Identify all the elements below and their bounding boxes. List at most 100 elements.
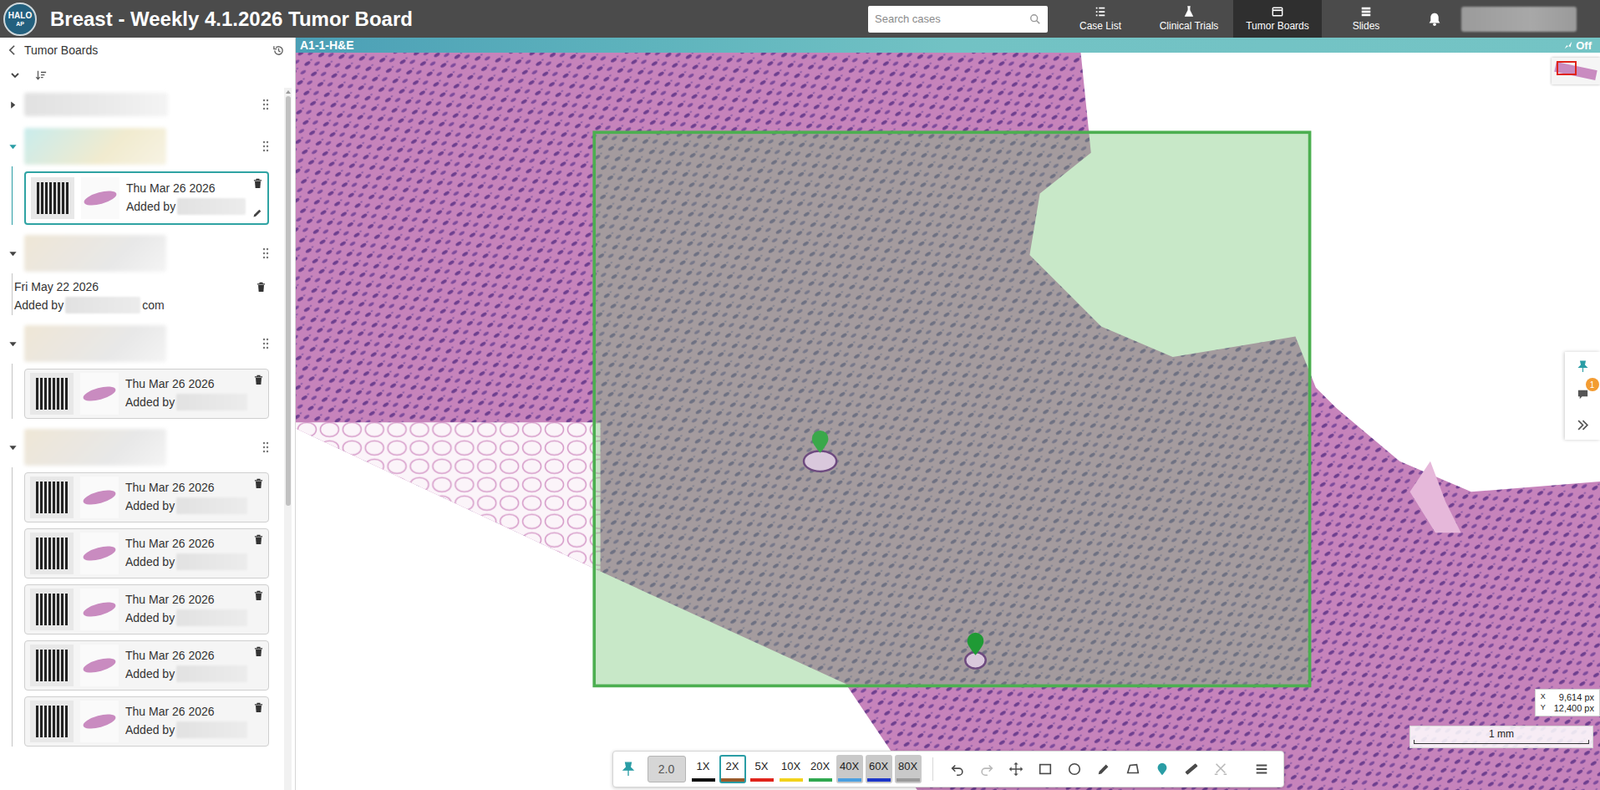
slide-image[interactable] <box>295 52 1600 790</box>
zoom-button[interactable]: 60X <box>865 754 893 783</box>
slide-card[interactable]: Thu Mar 26 2026Added by <box>24 528 270 579</box>
user-menu[interactable] <box>1461 6 1577 32</box>
slide-card[interactable]: Thu Mar 26 2026Added by <box>24 584 270 635</box>
slide-card[interactable]: Thu Mar 26 2026Added by <box>24 368 270 419</box>
rectangle-annotation[interactable] <box>594 132 1310 686</box>
added-by-label: Added by <box>125 498 175 513</box>
chevron-left-icon[interactable] <box>8 44 16 56</box>
nav-item[interactable]: Slides <box>1321 0 1411 38</box>
tool-button[interactable] <box>1207 754 1235 783</box>
group-header[interactable] <box>0 126 285 167</box>
page-title: Breast - Weekly 4.1.2026 Tumor Board <box>50 7 413 31</box>
sort-icon[interactable] <box>35 69 47 82</box>
tool-button[interactable] <box>1061 754 1088 783</box>
pin-annotation[interactable] <box>812 430 829 453</box>
group-header[interactable] <box>0 323 285 364</box>
zoom-button[interactable]: 5X <box>748 754 776 783</box>
zoom-button[interactable]: 40X <box>836 754 864 783</box>
tool-button[interactable] <box>1148 754 1176 783</box>
scrollbar[interactable] <box>284 87 292 790</box>
trash-icon[interactable] <box>256 281 266 293</box>
nav-item[interactable]: Tumor Boards <box>1233 0 1322 38</box>
card-actions <box>253 644 264 686</box>
chevron-down-icon[interactable] <box>8 248 18 259</box>
trash-icon[interactable] <box>253 177 263 189</box>
double-chevron-icon[interactable] <box>1576 418 1590 432</box>
slide-card[interactable]: Thu Mar 26 2026Added by <box>24 695 270 747</box>
zoom-button[interactable]: 20X <box>807 754 834 783</box>
zoom-button[interactable]: 10X <box>777 754 805 783</box>
history-icon[interactable] <box>272 44 285 57</box>
tool-button[interactable] <box>1248 754 1275 783</box>
search-icon[interactable] <box>1029 13 1042 26</box>
scroll-thumb[interactable] <box>285 96 291 506</box>
chevron-down-icon[interactable] <box>8 142 18 152</box>
comments-button[interactable]: 1 <box>1576 387 1590 404</box>
logo[interactable]: HALOAP <box>3 2 37 36</box>
trash-icon[interactable] <box>253 533 264 545</box>
chevron-down-icon[interactable] <box>8 339 18 349</box>
pin-icon[interactable] <box>1576 360 1590 373</box>
tool-button[interactable] <box>1119 754 1147 783</box>
board-entry[interactable]: Fri May 22 2026Added bycom <box>14 278 270 315</box>
trash-icon[interactable] <box>253 374 264 386</box>
notifications-button[interactable] <box>1410 11 1458 27</box>
tool-button[interactable] <box>1090 754 1118 783</box>
tool-button[interactable] <box>944 754 971 783</box>
card-info: Thu Mar 26 2026Added by <box>126 181 246 215</box>
y-label: Y <box>1540 702 1546 713</box>
drag-handle-icon[interactable] <box>262 98 270 111</box>
zoom-color-bar <box>838 777 862 782</box>
drag-handle-icon[interactable] <box>262 247 270 260</box>
board-group: Fri May 22 2026Added bycom <box>0 233 285 315</box>
pencil-icon[interactable] <box>252 208 263 219</box>
live-status[interactable]: Off <box>1575 39 1592 52</box>
broadcast-icon[interactable] <box>1563 40 1574 51</box>
slide-card[interactable]: Thu Mar 26 2026Added by <box>24 472 270 523</box>
trash-icon[interactable] <box>253 645 264 657</box>
board-list-area: Thu Mar 26 2026Added by Fri May 22 2026Ad… <box>0 87 295 790</box>
nav-item[interactable]: Clinical Trials <box>1144 0 1234 38</box>
logo-sub: AP <box>15 20 25 27</box>
group-header[interactable] <box>0 91 285 118</box>
pin-annotation[interactable] <box>967 632 985 656</box>
trash-icon[interactable] <box>253 701 264 713</box>
x-coordinate: X9,614 px <box>1540 691 1595 702</box>
slide-canvas[interactable]: 1X9,614 pxY12,400 px1 mm2.01X2X5X10X20X4… <box>295 52 1600 790</box>
chevron-down-icon[interactable] <box>8 442 18 453</box>
tissue-blob <box>81 543 117 564</box>
zoom-button[interactable]: 80X <box>894 754 922 783</box>
minimap-viewport[interactable] <box>1556 60 1577 76</box>
magnification-field[interactable]: 2.0 <box>647 755 686 783</box>
nav-item[interactable]: Case List <box>1056 0 1145 38</box>
drag-handle-icon[interactable] <box>262 140 270 153</box>
tool-button[interactable] <box>1031 754 1059 783</box>
added-by-label: Added by <box>125 610 175 625</box>
tissue-blob <box>81 383 117 404</box>
tool-button[interactable] <box>1002 754 1030 783</box>
back-link[interactable]: Tumor Boards <box>24 43 98 57</box>
group-header[interactable] <box>0 233 285 274</box>
zoom-button[interactable]: 1X <box>690 754 717 783</box>
pin-toolbar-icon[interactable] <box>621 761 635 777</box>
collapse-all-icon[interactable] <box>10 70 21 81</box>
added-by-row: Added by <box>125 721 248 738</box>
chevron-right-icon[interactable] <box>8 100 18 110</box>
tool-button[interactable] <box>1178 754 1205 783</box>
comment-badge: 1 <box>1585 377 1600 392</box>
slide-card[interactable]: Thu Mar 26 2026Added by <box>24 640 270 691</box>
card-info: Thu Mar 26 2026Added by <box>125 592 248 626</box>
drag-handle-icon[interactable] <box>262 337 270 350</box>
cursor-coordinates: X9,614 pxY12,400 px <box>1534 688 1600 717</box>
zoom-button[interactable]: 2X <box>719 754 747 783</box>
tissue-blob <box>81 487 117 508</box>
search-field[interactable]: Search cases <box>868 5 1048 33</box>
drag-handle-icon[interactable] <box>262 441 270 453</box>
trash-icon[interactable] <box>253 477 264 489</box>
group-header[interactable] <box>0 426 285 468</box>
slide-card[interactable]: Thu Mar 26 2026Added by <box>24 171 270 225</box>
minimap[interactable] <box>1551 57 1600 85</box>
scroll-up-arrow[interactable] <box>285 90 291 94</box>
trash-icon[interactable] <box>253 589 264 601</box>
tool-button[interactable] <box>973 754 1001 783</box>
